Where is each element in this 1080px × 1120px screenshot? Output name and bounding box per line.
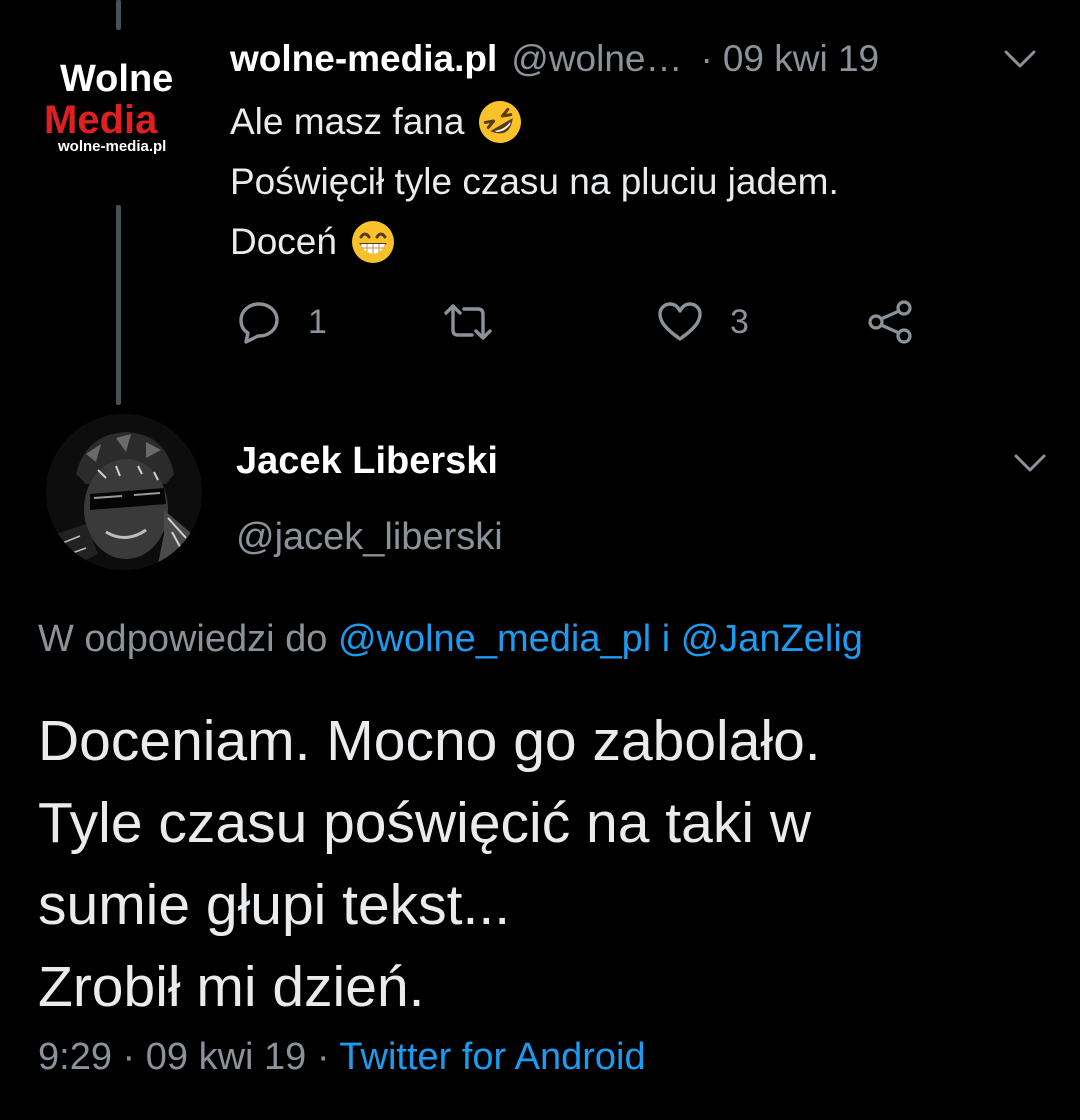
- avatar[interactable]: Wolne Media wolne-media.pl: [36, 40, 200, 170]
- rolling-on-floor-laughing-emoji: [476, 98, 524, 146]
- reply-prefix: W odpowiedzi do: [38, 618, 328, 660]
- tweet-time: 9:29: [38, 1036, 112, 1078]
- heart-icon: [656, 299, 704, 345]
- logo-text-line2: Media: [44, 98, 158, 142]
- source-link[interactable]: Twitter for Android: [339, 1036, 645, 1078]
- tweet-actions: 1 3: [0, 290, 1080, 354]
- tweet-header: wolne-media.pl @wolne… · 09 kwi 19: [230, 34, 879, 84]
- logo-url: wolne-media.pl: [58, 138, 167, 155]
- author-handle[interactable]: @jacek_liberski: [236, 516, 503, 559]
- author-handle[interactable]: @wolne…: [511, 38, 682, 80]
- tweet-text-line: Doceniam. Mocno go zabolało.: [38, 709, 821, 773]
- tweet-text: Doceniam. Mocno go zabolało. Tyle czasu …: [38, 700, 1048, 1028]
- like-count: 3: [730, 302, 749, 341]
- reply-count: 1: [308, 302, 327, 341]
- mention-link[interactable]: @wolne_media_pl: [338, 618, 651, 660]
- author-name[interactable]: Jacek Liberski: [236, 440, 498, 483]
- separator-dot: ·: [316, 1036, 330, 1078]
- avatar[interactable]: [46, 414, 202, 570]
- tweet-date: 09 kwi 19: [145, 1036, 307, 1078]
- tweet-text-line: Poświęcił tyle czasu na pluciu jadem.: [230, 161, 839, 202]
- tweet-date[interactable]: 09 kwi 19: [723, 38, 879, 80]
- retweet-button[interactable]: [442, 290, 520, 354]
- tweet-text: Ale masz fana Poświęcił tyle czasu na pl…: [230, 92, 1030, 272]
- logo-text-line1: Wolne: [60, 58, 174, 100]
- chevron-down-icon[interactable]: [1010, 448, 1050, 478]
- thread-line-top: [116, 0, 121, 30]
- reply-context: W odpowiedzi do @wolne_media_pl i @JanZe…: [38, 618, 863, 661]
- reply-button[interactable]: 1: [236, 290, 327, 354]
- separator-dot: ·: [700, 38, 713, 79]
- tweet-text-line: Ale masz fana: [230, 92, 1030, 152]
- mention-link[interactable]: @JanZelig: [681, 618, 863, 660]
- tweet-text-line: sumie głupi tekst...: [38, 873, 511, 937]
- tweet-text-line: Tyle czasu poświęcić na taki w: [38, 791, 811, 855]
- separator-dot: ·: [122, 1036, 136, 1078]
- tweet-text-line: Zrobił mi dzień.: [38, 955, 425, 1019]
- share-button[interactable]: [866, 290, 916, 354]
- reply-conjunction: i: [661, 618, 671, 660]
- grinning-face-emoji: [349, 218, 397, 266]
- like-button[interactable]: 3: [656, 290, 749, 354]
- share-icon: [866, 299, 916, 345]
- chevron-down-icon[interactable]: [1000, 44, 1040, 74]
- retweet-icon: [442, 299, 494, 345]
- reply-icon: [236, 299, 282, 345]
- tweet-meta: 9:29 · 09 kwi 19 · Twitter for Android: [38, 1036, 646, 1079]
- author-name[interactable]: wolne-media.pl: [230, 38, 497, 80]
- tweet-text-line: Doceń: [230, 212, 1030, 272]
